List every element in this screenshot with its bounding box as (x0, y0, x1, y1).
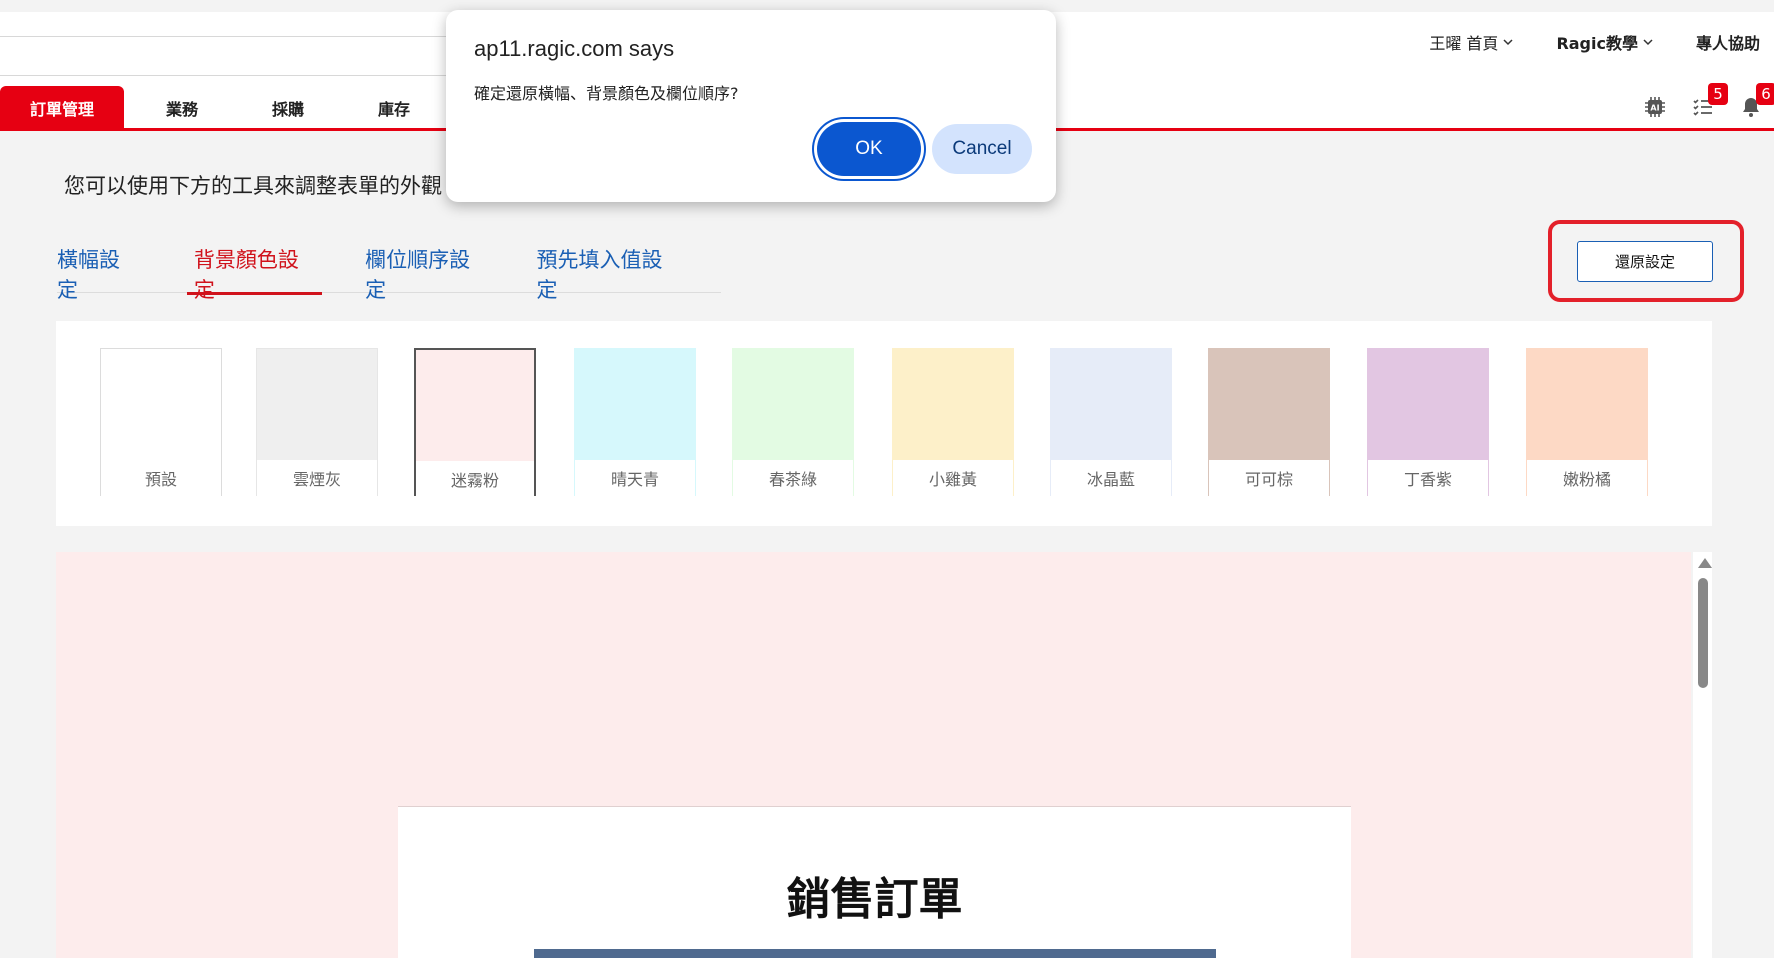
cancel-button[interactable]: Cancel (932, 124, 1032, 174)
user-home-menu[interactable]: 王曜 首頁 (1429, 30, 1514, 54)
restore-settings-button[interactable]: 還原設定 (1577, 241, 1713, 282)
chevron-down-icon (1503, 39, 1513, 46)
swatch-label: 雲煙灰 (257, 460, 377, 496)
swatch-label: 小雞黃 (893, 460, 1013, 496)
header-icons: AI 5 6 (1642, 83, 1774, 124)
form-section-header (534, 949, 1216, 958)
swatch-label: 預設 (101, 460, 221, 496)
tab-sales[interactable]: 業務 (124, 86, 230, 130)
user-home-label: 王曜 首頁 (1429, 34, 1499, 53)
ai-chip-glyph: AI (1645, 97, 1665, 117)
swatch-label: 嫩粉橘 (1527, 460, 1647, 496)
chevron-down-icon (1643, 39, 1653, 46)
swatch-cloud-gray[interactable]: 雲煙灰 (256, 348, 378, 496)
notification-badge: 6 (1756, 83, 1774, 105)
swatch-label: 晴天青 (575, 460, 695, 496)
swatch-lilac-purple[interactable]: 丁香紫 (1367, 348, 1489, 496)
swatch-chick-yellow[interactable]: 小雞黃 (892, 348, 1014, 496)
support-label: 專人協助 (1695, 34, 1760, 53)
swatch-ice-blue[interactable]: 冰晶藍 (1050, 348, 1172, 496)
swatch-cocoa-brown[interactable]: 可可棕 (1208, 348, 1330, 496)
swatch-color (1051, 349, 1171, 460)
ragic-tutorial-menu[interactable]: Ragic教學 (1556, 30, 1654, 54)
ok-button[interactable]: OK (817, 122, 921, 176)
swatch-color (1209, 349, 1329, 460)
swatch-label: 春茶綠 (733, 460, 853, 496)
ragic-tutorial-label: Ragic教學 (1556, 34, 1638, 53)
swatch-color (101, 349, 221, 460)
settings-tabs: 橫幅設定 背景顏色設定 欄位順序設定 預先填入值設定 (57, 230, 721, 302)
swatch-color (733, 349, 853, 460)
form-title: 銷售訂單 (786, 874, 963, 925)
intro-text: 您可以使用下方的工具來調整表單的外觀 (64, 174, 442, 198)
task-list-icon[interactable]: 5 (1690, 83, 1728, 120)
ai-chip-icon[interactable]: AI (1642, 94, 1668, 120)
swatch-panel: 預設 雲煙灰 迷霧粉 晴天青 春茶綠 小雞黃 冰晶藍 可可棕 丁香紫 嫩粉橘 (56, 321, 1712, 526)
swatch-color (1527, 349, 1647, 460)
svg-text:AI: AI (1650, 104, 1659, 113)
swatch-color (893, 349, 1013, 460)
dialog-title: ap11.ragic.com says (474, 36, 675, 61)
swatch-label: 丁香紫 (1368, 460, 1488, 496)
tab-background-color-settings[interactable]: 背景顏色設定 (186, 230, 323, 302)
tab-prefill-settings[interactable]: 預先填入值設定 (529, 230, 685, 302)
swatch-default[interactable]: 預設 (100, 348, 222, 496)
confirm-dialog: ap11.ragic.com says 確定還原橫幅、背景顏色及欄位順序? OK… (446, 10, 1056, 202)
swatch-label: 迷霧粉 (416, 461, 534, 497)
swatch-color (416, 350, 534, 461)
scroll-up-arrow-icon[interactable] (1698, 558, 1712, 568)
swatch-peach-orange[interactable]: 嫩粉橘 (1526, 348, 1648, 496)
swatch-label: 可可棕 (1209, 460, 1329, 496)
user-menu: 王曜 首頁 Ragic教學 專人協助 (1429, 30, 1774, 54)
tab-banner-settings[interactable]: 橫幅設定 (50, 230, 145, 302)
swatch-label: 冰晶藍 (1051, 460, 1171, 496)
swatch-sky-cyan[interactable]: 晴天青 (574, 348, 696, 496)
swatch-color (257, 349, 377, 460)
swatch-spring-green[interactable]: 春茶綠 (732, 348, 854, 496)
swatch-color (1368, 349, 1488, 460)
dialog-message: 確定還原橫幅、背景顏色及欄位順序? (474, 84, 739, 103)
bell-icon[interactable]: 6 (1738, 83, 1774, 120)
preview-scrollbar[interactable] (1693, 552, 1712, 958)
tab-field-order-settings[interactable]: 欄位順序設定 (358, 230, 493, 302)
form-card: 銷售訂單 (398, 806, 1351, 958)
main-nav-tabs: 訂單管理 業務 採購 庫存 (0, 86, 442, 130)
support-link[interactable]: 專人協助 (1696, 30, 1760, 54)
scroll-thumb[interactable] (1698, 578, 1708, 688)
swatch-color (575, 349, 695, 460)
tab-inventory[interactable]: 庫存 (336, 86, 442, 130)
tab-order-management[interactable]: 訂單管理 (0, 86, 125, 130)
task-badge: 5 (1708, 83, 1728, 105)
tab-purchasing[interactable]: 採購 (230, 86, 336, 130)
swatch-mist-pink[interactable]: 迷霧粉 (414, 348, 536, 497)
search-input[interactable] (0, 36, 470, 76)
